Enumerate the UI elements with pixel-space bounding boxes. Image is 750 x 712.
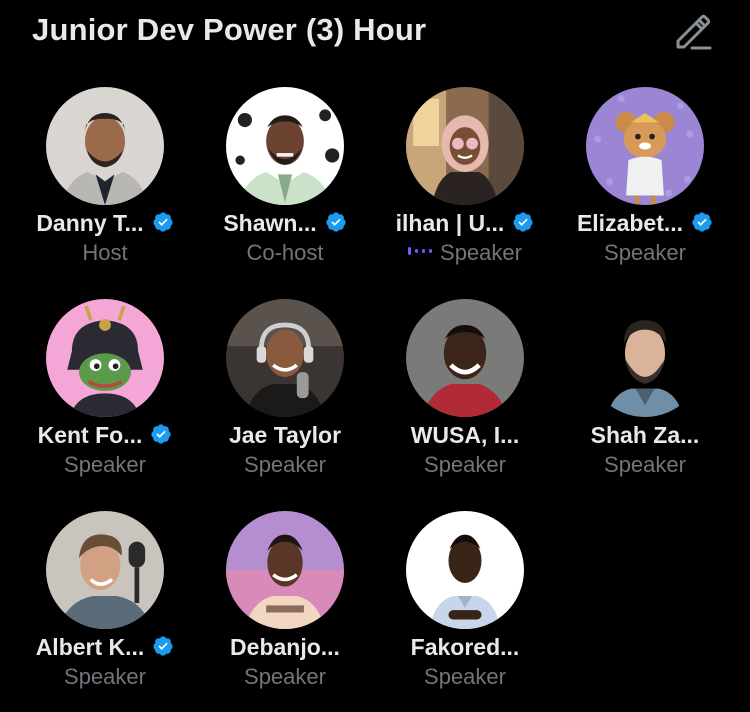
participant-role-row: Host [15,240,195,270]
participant-name-row: WUSA, I... [375,422,555,452]
participant-role-row: Speaker [555,452,735,482]
participant-name: WUSA, I... [410,422,520,448]
avatar [586,299,704,417]
participant-role: Speaker [64,452,146,477]
participant-role: Speaker [424,452,506,477]
avatar [226,511,344,629]
participant-name-row: Shah Za... [555,422,735,452]
participant-name-row: ilhan | U... [375,210,555,240]
participant-role: Speaker [424,664,506,689]
avatar [46,87,164,205]
participant-name: Shah Za... [590,422,700,448]
participant-role: Speaker [244,452,326,477]
participant-role-row: Speaker [195,452,375,482]
participant-role-row: Co-host [195,240,375,270]
verified-badge-icon [152,635,174,657]
participant-name: ilhan | U... [395,210,505,236]
participant-role-row: Speaker [195,664,375,694]
participant-card[interactable]: Elizabet... Speaker [555,82,735,294]
participant-name-row: Debanjo... [195,634,375,664]
participant-name: Fakored... [410,634,520,660]
participant-role: Host [82,240,128,265]
participant-name: Albert K... [35,634,145,660]
participant-name-row: Danny T... [15,210,195,240]
space-title: Junior Dev Power (3) Hour [32,12,427,47]
participant-name-row: Elizabet... [555,210,735,240]
edit-button[interactable] [672,10,714,52]
participant-name: Elizabet... [576,210,684,236]
participant-card[interactable]: Kent Fo... Speaker [15,294,195,506]
participant-role-row: Speaker [555,240,735,270]
participant-name: Debanjo... [230,634,340,660]
avatar [406,511,524,629]
participant-name: Jae Taylor [228,422,342,448]
participant-name: Kent Fo... [37,422,143,448]
participant-card[interactable]: Shah Za... Speaker [555,294,735,506]
participant-name-row: Jae Taylor [195,422,375,452]
space-header: Junior Dev Power (3) Hour [32,8,722,52]
avatar [226,299,344,417]
participants-row: Kent Fo... Speaker Jae Taylor Speaker WU… [15,294,735,506]
speaking-indicator-icon [408,247,433,255]
participant-card[interactable]: Albert K... Speaker [15,506,195,712]
participant-card[interactable]: Fakored... Speaker [375,506,555,712]
participant-role-row: Speaker [15,664,195,694]
participant-role-row: Speaker [15,452,195,482]
participant-name-row: Shawn... [195,210,375,240]
participant-name-row: Kent Fo... [15,422,195,452]
participants-grid: Danny T... Host Shawn... Co-host ilhan |… [15,82,735,712]
participant-card[interactable]: Debanjo... Speaker [195,506,375,712]
pencil-edit-icon [676,14,712,50]
avatar [46,299,164,417]
participant-name-row: Fakored... [375,634,555,664]
verified-badge-icon [512,211,534,233]
participant-role: Speaker [440,240,522,265]
participant-card[interactable]: ilhan | U... Speaker [375,82,555,294]
avatar [586,87,704,205]
verified-badge-icon [691,211,713,233]
participant-role: Speaker [244,664,326,689]
participant-role-row: Speaker [375,664,555,694]
verified-badge-icon [325,211,347,233]
participants-row: Danny T... Host Shawn... Co-host ilhan |… [15,82,735,294]
participant-role-row: Speaker [375,240,555,270]
avatar [226,87,344,205]
avatar [406,87,524,205]
participant-name: Danny T... [36,210,144,236]
verified-badge-icon [150,423,172,445]
participant-card[interactable]: Danny T... Host [15,82,195,294]
participant-role: Speaker [604,452,686,477]
participant-card[interactable]: Jae Taylor Speaker [195,294,375,506]
participant-role: Co-host [246,240,324,265]
participant-card[interactable]: WUSA, I... Speaker [375,294,555,506]
avatar [46,511,164,629]
participant-name-row: Albert K... [15,634,195,664]
participants-row: Albert K... Speaker Debanjo... Speaker F… [15,506,735,712]
participant-role: Speaker [604,240,686,265]
participant-name: Shawn... [223,210,317,236]
avatar [406,299,524,417]
verified-badge-icon [152,211,174,233]
participant-role-row: Speaker [375,452,555,482]
participant-role: Speaker [64,664,146,689]
participant-card[interactable]: Shawn... Co-host [195,82,375,294]
